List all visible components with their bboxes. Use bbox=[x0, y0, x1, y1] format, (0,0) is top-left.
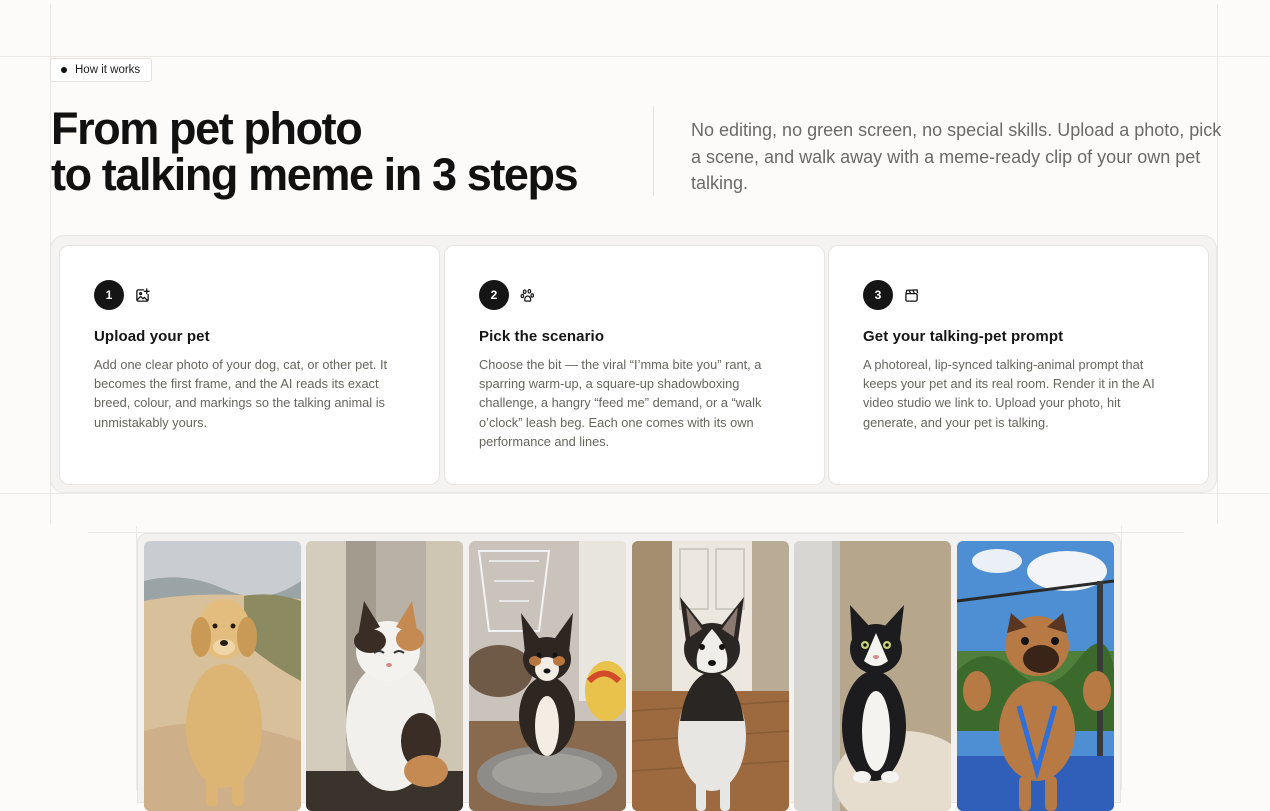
steps-panel: 1 Upload your pet Add one clear photo of… bbox=[50, 235, 1217, 493]
golden-retriever-photo bbox=[144, 541, 301, 811]
pet-photo-gallery bbox=[137, 533, 1121, 811]
step-title: Upload your pet bbox=[94, 328, 210, 345]
tuxedo-cat-photo bbox=[794, 541, 951, 811]
step-title: Pick the scenario bbox=[479, 328, 605, 345]
section-headline: From pet photo to talking meme in 3 step… bbox=[51, 103, 579, 200]
step-title: Get your talking-pet prompt bbox=[863, 328, 1064, 345]
pug-boxing-photo bbox=[957, 541, 1114, 811]
guide-line bbox=[1121, 526, 1122, 790]
guide-line bbox=[1217, 4, 1218, 524]
step-card-upload: 1 Upload your pet Add one clear photo of… bbox=[59, 245, 440, 485]
husky-photo bbox=[632, 541, 789, 811]
calico-cat-photo bbox=[306, 541, 463, 811]
step-number-badge: 2 bbox=[479, 280, 509, 310]
vertical-divider bbox=[653, 106, 654, 196]
guide-line bbox=[0, 56, 1270, 57]
clapperboard-icon bbox=[903, 287, 919, 303]
headline-line-2: to talking meme in 3 steps bbox=[51, 149, 579, 200]
badge-dot-icon bbox=[61, 67, 67, 73]
step-description: Add one clear photo of your dog, cat, or… bbox=[94, 357, 388, 430]
step-number-badge: 3 bbox=[863, 280, 893, 310]
tricolor-corgi-mix-photo bbox=[469, 541, 626, 811]
headline-line-1: From pet photo bbox=[51, 103, 363, 154]
section-badge: How it works bbox=[50, 58, 153, 82]
step-card-scenario: 2 Pick the scenario Choose the bit — the… bbox=[444, 245, 825, 485]
step-number-badge: 1 bbox=[94, 280, 124, 310]
paw-icon bbox=[519, 287, 535, 303]
intro-text: No editing, no green screen, no special … bbox=[691, 120, 1222, 193]
step-card-prompt: 3 Get your talking-pet prompt A photorea… bbox=[828, 245, 1209, 485]
image-add-icon bbox=[134, 287, 150, 303]
step-description: A photoreal, lip-synced talking-animal p… bbox=[863, 357, 1155, 430]
badge-label: How it works bbox=[75, 64, 141, 76]
guide-line bbox=[0, 493, 1270, 494]
step-description: Choose the bit — the viral “I’mma bite y… bbox=[479, 357, 762, 449]
